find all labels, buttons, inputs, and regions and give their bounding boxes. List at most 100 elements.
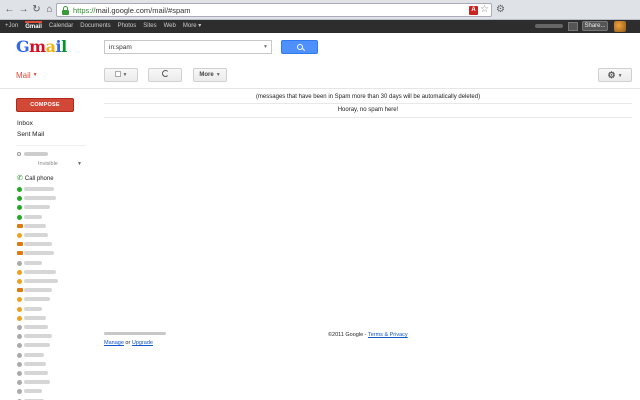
- extension-icon[interactable]: A: [469, 6, 478, 15]
- compose-button[interactable]: COMPOSE: [16, 98, 74, 112]
- select-checkbox-button[interactable]: ▼: [104, 68, 138, 82]
- row-divider: [104, 103, 632, 104]
- contact-item[interactable]: [17, 185, 87, 193]
- back-icon[interactable]: ←: [3, 3, 16, 16]
- contact-item[interactable]: [17, 351, 87, 359]
- contact-name-redacted: [24, 242, 52, 247]
- gbar-link[interactable]: +Jon: [5, 20, 18, 33]
- contact-name-redacted: [24, 260, 42, 265]
- self-name-redacted: [24, 152, 48, 156]
- contact-item[interactable]: [17, 305, 87, 313]
- reload-icon[interactable]: ↻: [30, 3, 43, 16]
- spam-notice: (messages that have been in Spam more th…: [255, 94, 481, 100]
- contact-name-redacted: [24, 196, 56, 201]
- mail-switcher[interactable]: Mail ▼: [16, 71, 38, 80]
- google-bar: +Jon Gmail Calendar Documents Photos Sites Web…: [0, 20, 640, 33]
- gbar-link[interactable]: Photos: [118, 20, 137, 33]
- gbar-link[interactable]: More ▾: [183, 20, 201, 33]
- presence-status-icon: [17, 205, 22, 211]
- gmail-logo[interactable]: Gmail: [16, 38, 67, 56]
- contact-item[interactable]: [17, 387, 87, 395]
- contact-item[interactable]: [17, 295, 87, 303]
- home-icon[interactable]: ⌂: [43, 3, 56, 16]
- presence-status-icon: [17, 260, 22, 266]
- gear-icon: ⚙: [607, 70, 616, 80]
- lock-icon: [62, 6, 69, 15]
- contact-item[interactable]: [17, 249, 87, 257]
- forward-icon[interactable]: →: [17, 3, 30, 16]
- gbar-link[interactable]: Sites: [143, 20, 156, 33]
- search-options-chevron-icon[interactable]: ▼: [263, 44, 268, 50]
- contact-item[interactable]: [17, 332, 87, 340]
- contact-item[interactable]: [17, 360, 87, 368]
- gbar-link[interactable]: Calendar: [49, 20, 73, 33]
- contact-item[interactable]: [17, 259, 87, 267]
- row-divider: [104, 117, 632, 118]
- avatar[interactable]: [614, 21, 626, 32]
- share-button[interactable]: Share...: [582, 21, 608, 31]
- call-phone-link[interactable]: ✆ Call phone: [17, 175, 54, 183]
- contact-name-redacted: [24, 380, 50, 385]
- sidebar-item-sent-mail[interactable]: Sent Mail: [17, 131, 44, 139]
- contact-name-redacted: [24, 223, 46, 228]
- presence-status-icon: [17, 251, 23, 256]
- presence-status-icon: [17, 325, 22, 330]
- chat-status-select[interactable]: Invisible ▼: [38, 160, 84, 168]
- upgrade-link[interactable]: Upgrade: [132, 340, 153, 346]
- bookmark-star-icon[interactable]: ☆: [480, 4, 489, 16]
- contact-item[interactable]: [17, 397, 87, 400]
- notification-badge[interactable]: [568, 22, 578, 31]
- presence-status-icon: [17, 196, 22, 202]
- presence-status-icon: [17, 352, 22, 358]
- gbar-link[interactable]: Web: [164, 20, 176, 33]
- contact-item[interactable]: [17, 314, 87, 322]
- more-button[interactable]: More ▼: [193, 68, 227, 82]
- settings-button[interactable]: ⚙ ▼: [598, 68, 632, 82]
- search-button[interactable]: [281, 40, 318, 54]
- sidebar-item-inbox[interactable]: Inbox: [17, 120, 33, 128]
- gbar-link[interactable]: Documents: [80, 20, 110, 33]
- presence-status-icon: [17, 297, 22, 303]
- contact-item[interactable]: [17, 213, 87, 221]
- contact-item[interactable]: [17, 286, 87, 294]
- contact-name-redacted: [24, 361, 46, 366]
- contact-item[interactable]: [17, 222, 87, 230]
- contact-item[interactable]: [17, 268, 87, 276]
- search-input[interactable]: [104, 40, 272, 54]
- sidebar-divider: [16, 145, 86, 146]
- gbar-link[interactable]: Gmail: [25, 21, 42, 32]
- contact-item[interactable]: [17, 378, 87, 386]
- presence-status-icon: [17, 371, 22, 376]
- presence-status-icon: [17, 389, 22, 395]
- manage-link[interactable]: Manage: [104, 340, 124, 346]
- contact-name-redacted: [24, 205, 50, 210]
- footer-copyright: ©2011 Google - Terms & Privacy: [328, 332, 408, 338]
- header-divider: [0, 88, 640, 89]
- presence-status-icon: [17, 223, 23, 228]
- terms-privacy-link[interactable]: Terms & Privacy: [368, 332, 408, 338]
- contact-name-redacted: [24, 343, 50, 348]
- contact-item[interactable]: [17, 341, 87, 349]
- contact-name-redacted: [24, 251, 54, 256]
- contact-name-redacted: [24, 306, 42, 311]
- presence-status-icon: [17, 334, 22, 340]
- contact-item[interactable]: [17, 231, 87, 239]
- footer-storage-links: Manage or Upgrade: [104, 340, 153, 346]
- contact-name-redacted: [24, 352, 44, 357]
- chat-self[interactable]: [17, 150, 48, 158]
- gbar-username[interactable]: [535, 24, 563, 28]
- presence-status-icon: [17, 242, 23, 247]
- contact-name-redacted: [24, 269, 56, 274]
- contact-item[interactable]: [17, 203, 87, 211]
- contact-name-redacted: [24, 371, 48, 375]
- contact-item[interactable]: [17, 277, 87, 285]
- refresh-button[interactable]: [148, 68, 182, 82]
- presence-status-icon: [17, 214, 22, 220]
- contact-item[interactable]: [17, 369, 87, 377]
- contact-item[interactable]: [17, 194, 87, 202]
- wrench-icon[interactable]: ⚙: [496, 3, 505, 16]
- contact-item[interactable]: [17, 323, 87, 331]
- address-bar[interactable]: https://mail.google.com/mail/#spam A ☆: [56, 3, 492, 17]
- contact-item[interactable]: [17, 240, 87, 248]
- presence-status-icon: [17, 233, 22, 238]
